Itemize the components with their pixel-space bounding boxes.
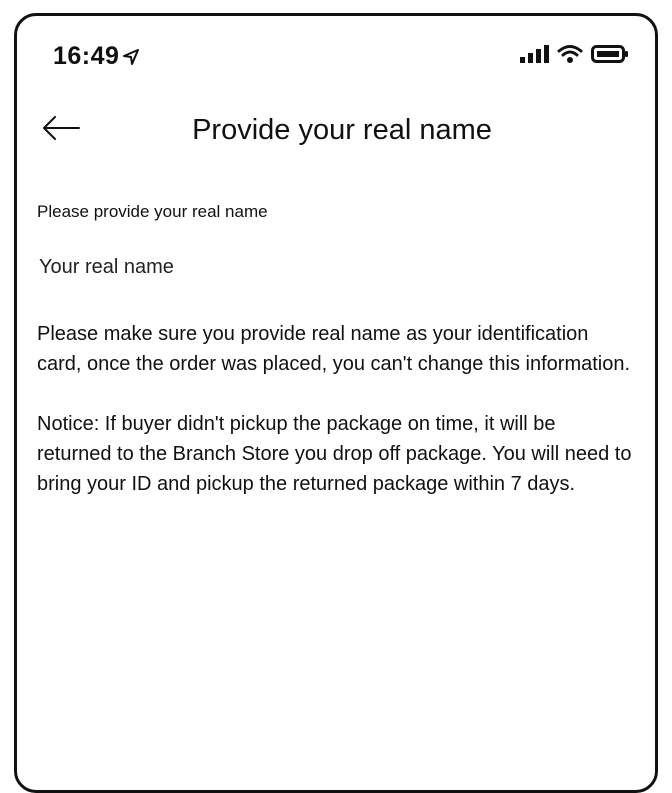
notice-text: Notice: If buyer didn't pickup the packa… [37, 413, 632, 495]
real-name-input[interactable] [39, 256, 599, 279]
status-icons [519, 44, 629, 64]
cellular-signal-icon [520, 45, 549, 63]
status-bar: 16:49 [17, 16, 655, 96]
battery-icon [591, 45, 628, 63]
page-title: Provide your real name [192, 114, 492, 146]
time-text: 16:49 [53, 42, 120, 70]
form-content: Please provide your real name Please mak… [37, 202, 635, 499]
status-time: 16:49 [53, 42, 140, 71]
real-name-label: Please provide your real name [37, 202, 268, 221]
location-arrow-icon [123, 48, 140, 65]
reminder-text: Please make sure you provide real name a… [37, 323, 631, 375]
navigation-bar: Provide your real name [17, 98, 655, 158]
phone-frame: 16:49 Provide your real name Please prov… [14, 13, 658, 793]
wifi-icon [557, 45, 583, 63]
